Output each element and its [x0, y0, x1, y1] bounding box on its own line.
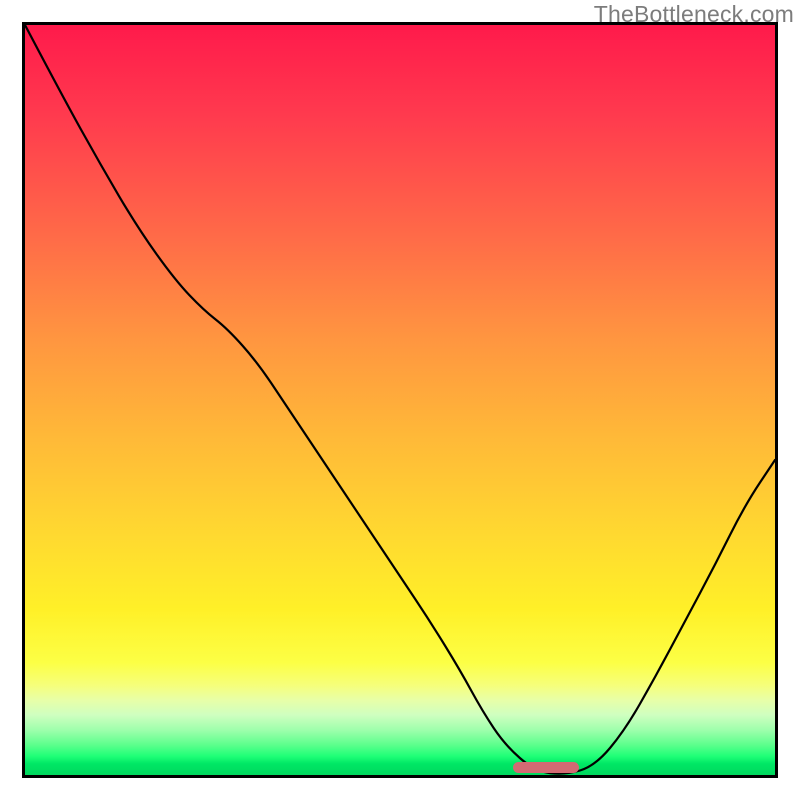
bottleneck-curve — [25, 25, 775, 774]
curve-svg — [25, 25, 775, 775]
optimal-range-marker — [513, 762, 579, 773]
plot-area — [25, 25, 775, 775]
watermark-text: TheBottleneck.com — [594, 1, 794, 28]
bottleneck-chart: TheBottleneck.com — [0, 0, 800, 800]
